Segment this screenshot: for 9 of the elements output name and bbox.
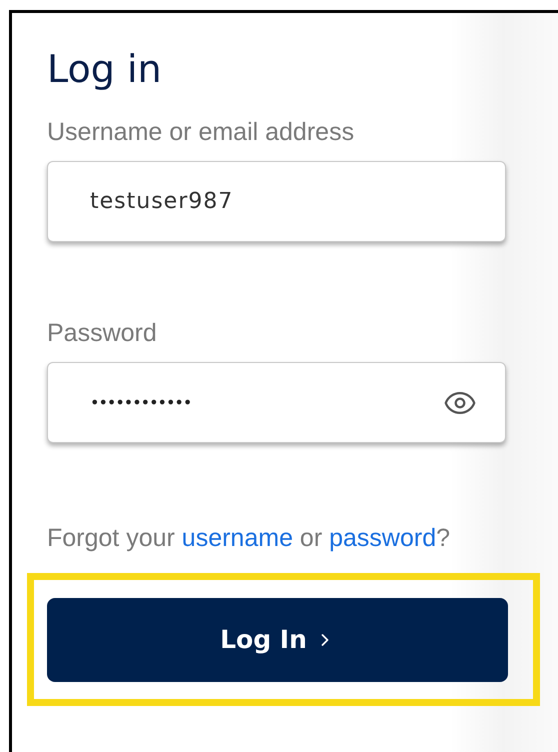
login-button[interactable]: Log In	[47, 598, 508, 682]
forgot-text: Forgot your username or password?	[47, 523, 452, 553]
field-label: Username or email address	[47, 117, 356, 147]
password-field[interactable]: ••••••••••••	[47, 362, 506, 443]
page-title: Log in	[47, 47, 163, 91]
field-label: Password	[47, 318, 158, 348]
username-link[interactable]: username	[182, 524, 293, 552]
username-field[interactable]: testuser987	[47, 161, 506, 242]
password-link[interactable]: password	[329, 524, 436, 552]
